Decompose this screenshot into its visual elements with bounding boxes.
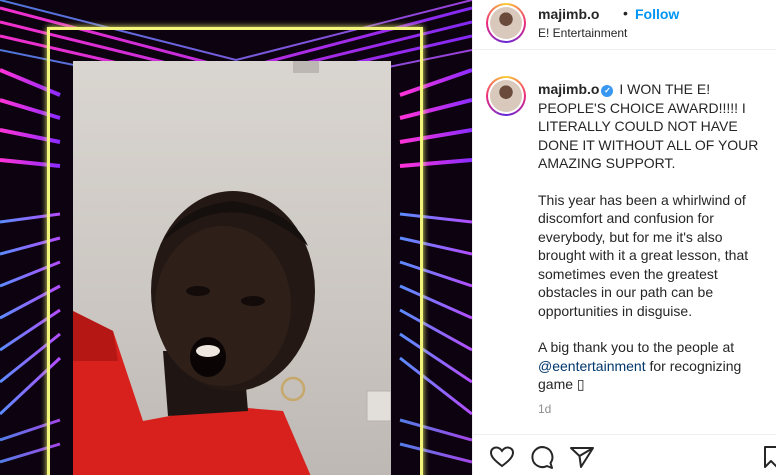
- follow-button[interactable]: Follow: [635, 6, 679, 22]
- heart-icon[interactable]: [489, 445, 515, 469]
- person-illustration: [73, 61, 391, 475]
- share-icon[interactable]: [569, 445, 595, 469]
- post-side-panel: majimb.o • Follow E! Entertainment majim…: [472, 0, 776, 475]
- post-media[interactable]: [0, 0, 472, 475]
- header-subtitle[interactable]: E! Entertainment: [538, 26, 627, 40]
- verified-badge-icon: ✓: [601, 85, 614, 97]
- comment-icon[interactable]: [529, 445, 555, 469]
- caption-username[interactable]: majimb.o: [538, 81, 599, 97]
- video-still[interactable]: [73, 61, 391, 475]
- separator-dot: •: [623, 5, 628, 21]
- post-caption: majimb.o ✓ I WON THE E! PEOPLE'S CHOICE A…: [538, 80, 772, 412]
- header-username[interactable]: majimb.o: [538, 6, 599, 22]
- mention-link[interactable]: @eentertainment: [538, 358, 646, 374]
- caption-paragraph-2: This year has been a whirlwind of discom…: [538, 191, 749, 319]
- bookmark-icon[interactable]: [763, 445, 776, 469]
- post-timestamp[interactable]: 1d: [538, 402, 551, 416]
- header-avatar[interactable]: [486, 3, 526, 43]
- caption-paragraph-3-prefix: A big thank you to the people at: [538, 339, 735, 355]
- action-bar: [473, 434, 776, 475]
- caption-avatar[interactable]: [486, 76, 526, 116]
- post-header: majimb.o • Follow E! Entertainment: [473, 0, 776, 50]
